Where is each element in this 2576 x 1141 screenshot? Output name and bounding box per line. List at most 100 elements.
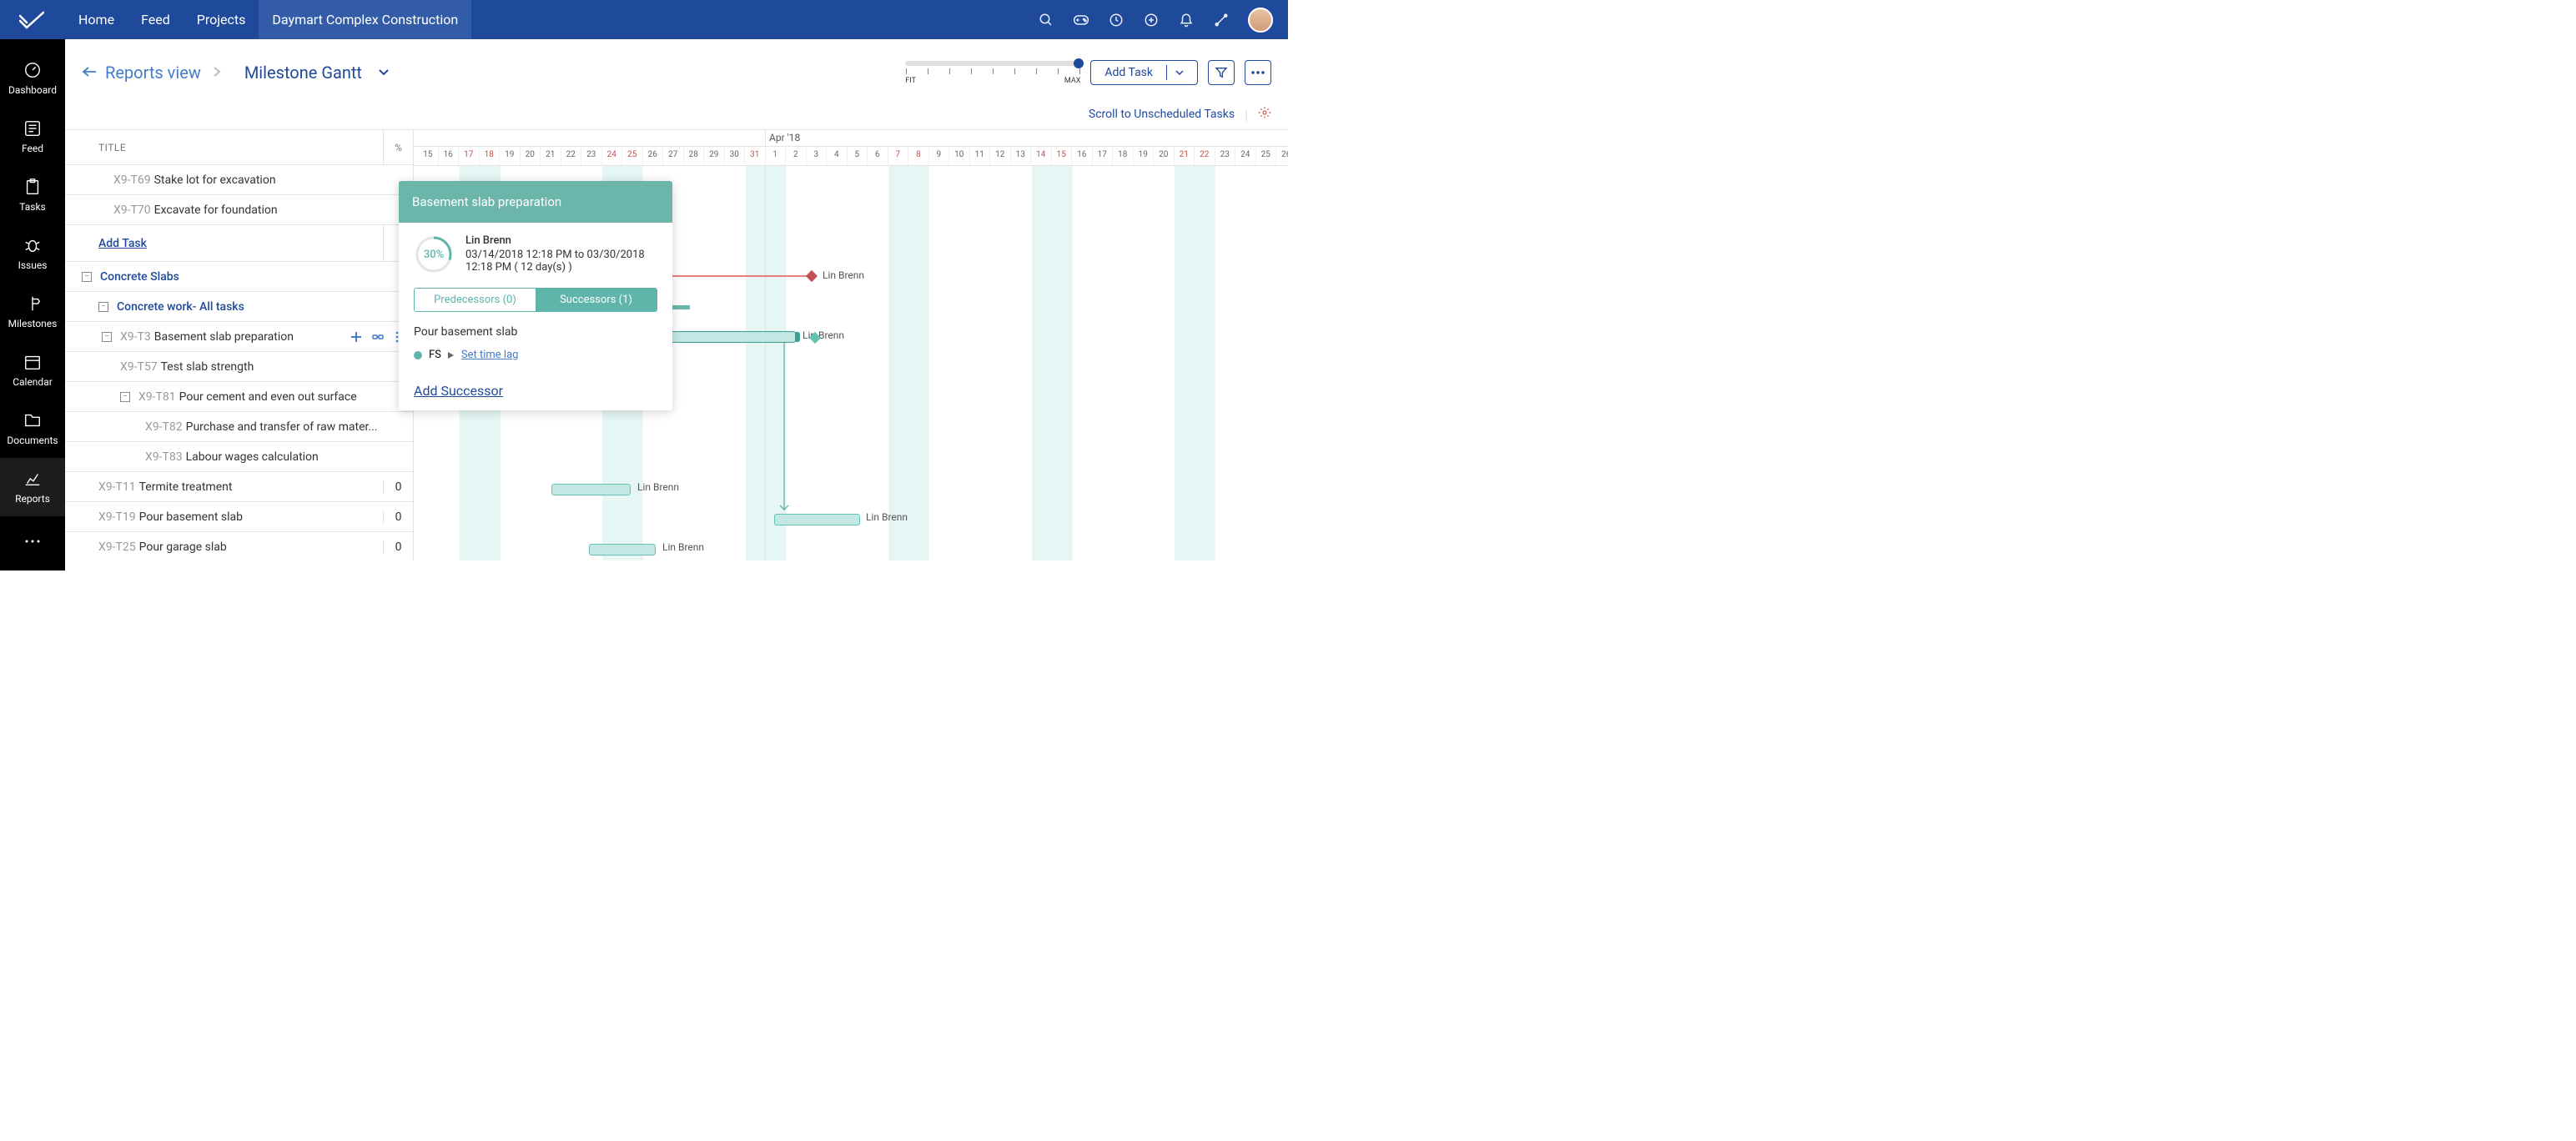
plus-circle-icon[interactable] xyxy=(1143,12,1160,28)
dependency-arrow xyxy=(784,343,801,520)
day-cell: 18 xyxy=(1113,147,1134,165)
day-cell: 6 xyxy=(868,147,888,165)
sidebar-feed[interactable]: Feed xyxy=(0,108,65,166)
breadcrumb-view[interactable]: Reports view xyxy=(105,63,201,83)
toolbar-right: ||||||||| FITMAX Add Task xyxy=(905,60,1271,85)
timeline-header: Apr '18 15161718192021222324252627282930… xyxy=(414,130,1288,166)
sidebar-documents[interactable]: Documents xyxy=(0,400,65,458)
zoom-slider[interactable]: ||||||||| FITMAX xyxy=(905,61,1080,85)
chevron-down-icon xyxy=(379,69,389,76)
nav-project-current[interactable]: Daymart Complex Construction xyxy=(259,0,471,39)
assignee-name: Lin Brenn xyxy=(465,234,657,247)
day-cell: 15 xyxy=(418,147,439,165)
search-icon[interactable] xyxy=(1038,12,1054,28)
day-cell: 21 xyxy=(541,147,561,165)
sidebar-reports[interactable]: Reports xyxy=(0,458,65,516)
app-logo[interactable] xyxy=(15,8,48,33)
bell-icon[interactable] xyxy=(1178,12,1195,28)
calendar-icon xyxy=(23,353,42,371)
day-cell: 18 xyxy=(480,147,501,165)
sidebar: Dashboard Feed Tasks Issues Milestones C… xyxy=(0,39,65,570)
popover-title: Basement slab preparation xyxy=(399,181,672,223)
day-cell: 23 xyxy=(1215,147,1236,165)
successor-item[interactable]: Pour basement slab xyxy=(414,325,657,339)
set-time-lag-link[interactable]: Set time lag xyxy=(461,349,519,361)
task-bar[interactable] xyxy=(551,484,631,495)
nav-feed[interactable]: Feed xyxy=(128,0,184,39)
settings-gear-icon[interactable] xyxy=(1258,106,1271,123)
day-cell: 20 xyxy=(1154,147,1175,165)
task-row[interactable]: X9-T69 Stake lot for excavation xyxy=(65,165,413,195)
sidebar-tasks[interactable]: Tasks xyxy=(0,166,65,224)
days-row: 1516171819202122232425262728293031123456… xyxy=(414,147,1288,165)
sidebar-more[interactable] xyxy=(0,520,65,562)
task-row[interactable]: X9-T82 Purchase and transfer of raw mate… xyxy=(65,412,413,442)
collapse-icon[interactable]: − xyxy=(102,332,112,342)
add-task-row[interactable]: Add Task xyxy=(65,225,413,262)
sidebar-label: Reports xyxy=(15,493,50,505)
sidebar-issues[interactable]: Issues xyxy=(0,224,65,283)
nav-projects[interactable]: Projects xyxy=(184,0,259,39)
day-cell: 17 xyxy=(459,147,480,165)
add-task-label: Add Task xyxy=(1104,66,1153,79)
tools-icon[interactable] xyxy=(1213,12,1230,28)
collapse-icon[interactable]: − xyxy=(120,392,130,402)
day-cell: 10 xyxy=(949,147,970,165)
more-icon xyxy=(1251,71,1265,74)
day-cell: 2 xyxy=(786,147,807,165)
tab-successors[interactable]: Successors (1) xyxy=(536,289,657,311)
task-group-row[interactable]: −X9-T81 Pour cement and even out surface xyxy=(65,382,413,412)
scroll-unscheduled-link[interactable]: Scroll to Unscheduled Tasks xyxy=(1089,108,1235,121)
nav-home[interactable]: Home xyxy=(65,0,128,39)
day-cell: 25 xyxy=(622,147,643,165)
add-subtask-icon[interactable] xyxy=(350,330,363,344)
progress-percent: 30% xyxy=(414,234,454,274)
tab-predecessors[interactable]: Predecessors (0) xyxy=(415,289,536,311)
task-row[interactable]: X9-T83 Labour wages calculation xyxy=(65,442,413,472)
task-group-row[interactable]: −Concrete Slabs xyxy=(65,262,413,292)
task-row[interactable]: X9-T70 Excavate for foundation xyxy=(65,195,413,225)
task-row[interactable]: X9-T11 Termite treatment0 xyxy=(65,472,413,502)
task-row[interactable]: X9-T19 Pour basement slab0 xyxy=(65,502,413,532)
task-bar[interactable] xyxy=(589,544,656,555)
task-row[interactable]: X9-T25 Pour garage slab0 xyxy=(65,532,413,560)
add-task-button[interactable]: Add Task xyxy=(1090,60,1198,85)
sidebar-dashboard[interactable]: Dashboard xyxy=(0,49,65,108)
day-cell: 25 xyxy=(1256,147,1277,165)
day-cell: 16 xyxy=(1072,147,1093,165)
sidebar-label: Feed xyxy=(22,143,43,154)
add-successor-link[interactable]: Add Successor xyxy=(414,383,657,399)
user-avatar[interactable] xyxy=(1248,8,1273,33)
sidebar-milestones[interactable]: Milestones xyxy=(0,283,65,341)
sidebar-label: Documents xyxy=(7,435,58,446)
gamepad-icon[interactable] xyxy=(1073,12,1089,28)
topbar: Home Feed Projects Daymart Complex Const… xyxy=(0,0,1288,39)
clock-icon[interactable] xyxy=(1108,12,1124,28)
link-dependency-icon[interactable] xyxy=(371,330,385,344)
back-arrow-icon[interactable] xyxy=(82,65,97,81)
day-cell: 8 xyxy=(908,147,929,165)
day-cell: 5 xyxy=(848,147,868,165)
task-row-selected[interactable]: −X9-T3 Basement slab preparation xyxy=(65,322,413,352)
report-type-dropdown[interactable]: Milestone Gantt xyxy=(244,63,389,83)
task-group-row[interactable]: −Concrete work- All tasks xyxy=(65,292,413,322)
sidebar-label: Milestones xyxy=(8,318,58,329)
day-cell: 24 xyxy=(602,147,623,165)
slider-track[interactable] xyxy=(905,61,1080,66)
collapse-icon[interactable]: − xyxy=(82,272,92,282)
day-cell: 12 xyxy=(990,147,1011,165)
milestone-marker[interactable] xyxy=(806,270,818,282)
clipboard-icon xyxy=(23,178,42,196)
day-cell: 3 xyxy=(807,147,828,165)
day-cell: 27 xyxy=(663,147,684,165)
slider-thumb[interactable] xyxy=(1074,58,1084,68)
sidebar-calendar[interactable]: Calendar xyxy=(0,341,65,400)
task-row[interactable]: X9-T57 Test slab strength xyxy=(65,352,413,382)
collapse-icon[interactable]: − xyxy=(98,302,108,312)
dependency-tabs: Predecessors (0) Successors (1) xyxy=(414,288,657,312)
day-cell: 26 xyxy=(643,147,664,165)
filter-button[interactable] xyxy=(1208,60,1235,85)
popover-meta: Lin Brenn 03/14/2018 12:18 PM to 03/30/2… xyxy=(465,234,657,274)
more-options-button[interactable] xyxy=(1245,60,1271,85)
task-header: TITLE % xyxy=(65,130,413,165)
